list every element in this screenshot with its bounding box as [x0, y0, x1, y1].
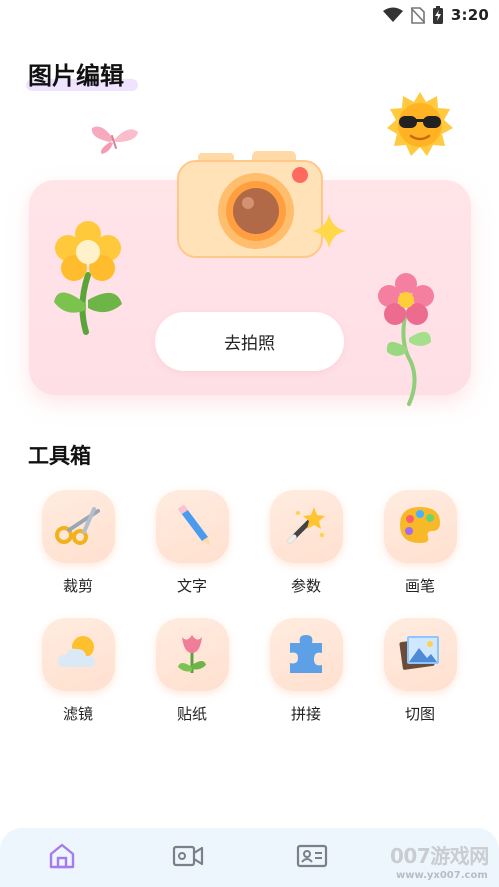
wifi-icon	[382, 7, 403, 23]
status-time: 3:20	[450, 6, 489, 24]
tool-tile[interactable]	[41, 618, 115, 691]
picture-icon	[397, 632, 443, 678]
no-sim-icon	[410, 6, 425, 24]
tool-label: 文字	[176, 577, 207, 595]
home-icon	[48, 842, 76, 874]
nav-home[interactable]	[46, 842, 78, 874]
pencil-icon	[170, 503, 214, 551]
video-icon	[172, 843, 204, 873]
tulip-icon	[172, 631, 212, 679]
sun-cloud-icon	[55, 633, 101, 677]
camera-icon	[170, 145, 330, 265]
nav-video[interactable]	[172, 842, 204, 874]
tool-tile[interactable]	[383, 618, 457, 691]
tool-tile[interactable]	[383, 490, 457, 563]
tool-crop[interactable]: 裁剪	[28, 490, 128, 600]
watermark-url: www.yx007.com	[396, 870, 488, 881]
tool-stitch[interactable]: 拼接	[256, 618, 356, 728]
tool-label: 参数	[290, 577, 321, 595]
tool-tile[interactable]	[155, 618, 229, 691]
status-bar: 3:20	[0, 0, 499, 30]
pink-flower-icon	[375, 272, 437, 408]
tool-label: 拼接	[290, 705, 321, 723]
butterfly-icon	[88, 122, 140, 156]
id-card-icon	[296, 843, 328, 873]
tool-tile[interactable]	[155, 490, 229, 563]
tool-slice[interactable]: 切图	[370, 618, 470, 728]
tool-label: 切图	[404, 705, 435, 723]
palette-icon	[398, 505, 442, 549]
tool-tile[interactable]	[269, 618, 343, 691]
battery-charging-icon	[432, 6, 443, 24]
tool-label: 裁剪	[62, 577, 93, 595]
tool-tile[interactable]	[41, 490, 115, 563]
yellow-flower-icon	[48, 220, 128, 335]
toolbox-title: 工具箱	[28, 444, 91, 468]
take-photo-button[interactable]: 去拍照	[155, 312, 344, 371]
tool-tile[interactable]	[269, 490, 343, 563]
status-icons: 3:20	[382, 4, 489, 26]
tool-brush[interactable]: 画笔	[370, 490, 470, 600]
sun-with-sunglasses-icon	[385, 90, 455, 160]
nav-id-photo[interactable]	[296, 842, 328, 874]
page-title: 图片编辑	[28, 62, 124, 90]
watermark-text: 007游戏网	[390, 844, 489, 868]
watermark: 007游戏网 www.yx007.com	[388, 838, 499, 887]
scissors-icon	[54, 505, 102, 549]
tool-label: 画笔	[404, 577, 435, 595]
tool-params[interactable]: 参数	[256, 490, 356, 600]
tool-text[interactable]: 文字	[142, 490, 242, 600]
magic-wand-icon	[284, 503, 328, 551]
tool-label: 滤镜	[62, 705, 93, 723]
tool-label: 贴纸	[176, 705, 207, 723]
sparkle-icon	[310, 212, 348, 250]
tool-filter[interactable]: 滤镜	[28, 618, 128, 728]
tool-sticker[interactable]: 贴纸	[142, 618, 242, 728]
puzzle-icon	[284, 631, 328, 679]
